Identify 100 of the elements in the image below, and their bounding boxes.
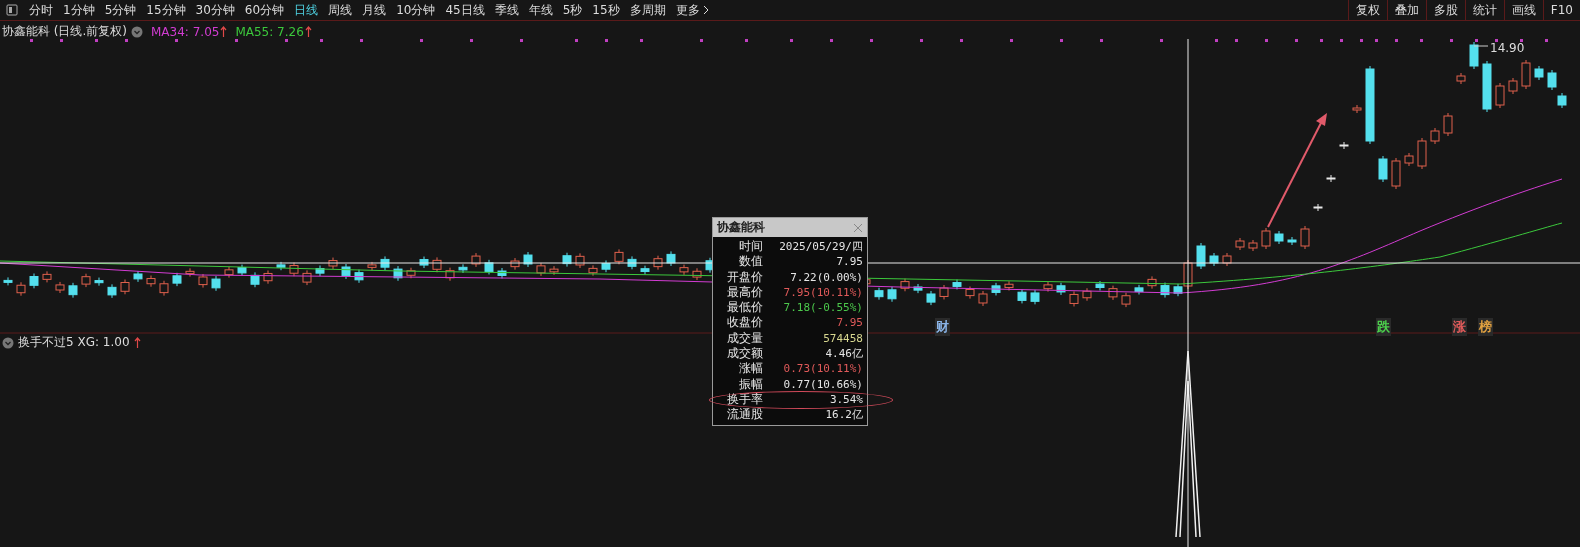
- period-tab[interactable]: 5秒: [557, 1, 588, 19]
- candlestick: [471, 252, 481, 268]
- period-tab[interactable]: 15分钟: [141, 1, 191, 19]
- candlestick: [81, 273, 91, 288]
- period-tab[interactable]: 年线: [523, 1, 558, 19]
- candlestick: [666, 250, 676, 267]
- candlestick: [328, 257, 338, 270]
- candlestick: [1534, 65, 1544, 81]
- ma-reading: MA34: 7.05: [151, 24, 220, 39]
- field-value: 0.73(10.11%): [782, 361, 863, 377]
- candlestick: [1261, 227, 1271, 250]
- period-tab[interactable]: 45日线: [440, 1, 490, 19]
- candlestick: [1521, 59, 1531, 90]
- toolbar-button[interactable]: 多股: [1425, 0, 1465, 20]
- candlestick: [497, 267, 507, 279]
- candlestick: [536, 262, 546, 277]
- field-label: 流通股: [726, 407, 763, 423]
- candlestick: [302, 269, 312, 286]
- candlestick: [991, 282, 1001, 296]
- toolbar-button[interactable]: 画线: [1503, 0, 1543, 20]
- event-marker[interactable]: 涨: [1452, 318, 1467, 336]
- candlestick: [16, 281, 26, 297]
- candlestick: [172, 272, 182, 287]
- period-tab[interactable]: 多周期: [624, 1, 671, 19]
- candlestick: [393, 265, 403, 282]
- toolbar-button[interactable]: 统计: [1464, 0, 1504, 20]
- candlestick: [133, 270, 143, 283]
- field-value: 7.95(10.11%): [782, 284, 863, 301]
- period-tab[interactable]: 15秒: [587, 1, 625, 19]
- panel-toggle-icon[interactable]: [6, 4, 18, 16]
- candlestick: [276, 261, 286, 271]
- field-value: 0.77(10.66%): [782, 376, 863, 392]
- field-label: 最高价: [726, 284, 763, 301]
- candlestick: [1147, 275, 1157, 290]
- candlestick: [1017, 288, 1027, 304]
- candlestick: [1378, 155, 1388, 183]
- toolbar-button[interactable]: F10: [1542, 0, 1580, 20]
- period-tab[interactable]: 1分钟: [58, 1, 100, 19]
- toolbar-button[interactable]: 叠加: [1386, 0, 1426, 20]
- candlestick: [1248, 239, 1258, 252]
- candlestick: [900, 278, 910, 292]
- candlestick: [978, 290, 988, 307]
- event-marker[interactable]: 财: [935, 318, 950, 336]
- candlestick: [484, 259, 494, 275]
- candlestick: [939, 284, 949, 300]
- period-tab[interactable]: 周线: [323, 1, 358, 19]
- candlestick: [263, 270, 273, 285]
- indicator-label: 换手不过5 XG: 1.00: [18, 334, 130, 351]
- candlestick: [1056, 282, 1066, 296]
- candlestick: [146, 275, 156, 288]
- popup-title: 协鑫能科: [717, 219, 765, 236]
- dropdown-icon[interactable]: [2, 336, 14, 349]
- period-tab[interactable]: 日线: [289, 1, 324, 19]
- candlestick: [510, 257, 520, 271]
- period-tab[interactable]: 30分钟: [190, 1, 240, 19]
- candlestick: [640, 265, 650, 275]
- period-tab[interactable]: 10分钟: [391, 1, 441, 19]
- event-marker[interactable]: 榜: [1478, 318, 1493, 336]
- period-tab[interactable]: 5分钟: [99, 1, 142, 19]
- period-tab[interactable]: 季线: [489, 1, 524, 19]
- dropdown-icon[interactable]: [131, 25, 143, 38]
- candlestick: [549, 265, 559, 276]
- candlestick: [1121, 292, 1131, 308]
- candlestick: [653, 255, 663, 271]
- period-tab[interactable]: 月线: [357, 1, 392, 19]
- candlestick: [1417, 137, 1427, 170]
- candlestick: [1495, 82, 1505, 109]
- candlestick: [237, 264, 247, 277]
- field-label: 最低价: [726, 300, 763, 316]
- field-label: 成交量: [726, 330, 763, 347]
- candlestick: [1222, 252, 1232, 267]
- candlestick: [211, 275, 221, 292]
- candlestick: [315, 265, 325, 277]
- candlestick: [562, 252, 572, 268]
- candlestick: [874, 287, 884, 301]
- candlestick: [1209, 252, 1219, 267]
- event-marker[interactable]: 跌: [1376, 318, 1391, 336]
- candlestick: [1134, 284, 1144, 295]
- toolbar-button[interactable]: 复权: [1347, 0, 1387, 20]
- field-value: 4.46亿: [824, 346, 863, 362]
- period-tab[interactable]: 60分钟: [239, 1, 290, 19]
- chart-title: 协鑫能科 (日线.前复权): [2, 23, 127, 40]
- candlestick: [3, 276, 13, 286]
- field-label: 数值: [738, 254, 763, 270]
- more-button[interactable]: 更多: [670, 1, 714, 19]
- candlestick: [29, 273, 39, 289]
- chevron-icon: [702, 5, 709, 15]
- field-label: 时间: [738, 239, 763, 255]
- candlestick: [1043, 281, 1053, 293]
- field-label: 收盘价: [726, 315, 763, 331]
- field-label: 开盘价: [726, 269, 763, 285]
- candlestick: [1030, 289, 1040, 305]
- candlestick: [1443, 112, 1453, 137]
- candlestick: [1287, 236, 1297, 246]
- candlestick: [445, 267, 455, 282]
- candlestick: [341, 263, 351, 280]
- candlestick: [68, 282, 78, 299]
- leader-line: [1473, 45, 1489, 47]
- candlestick: [1482, 60, 1492, 113]
- period-tab[interactable]: 分时: [24, 1, 58, 19]
